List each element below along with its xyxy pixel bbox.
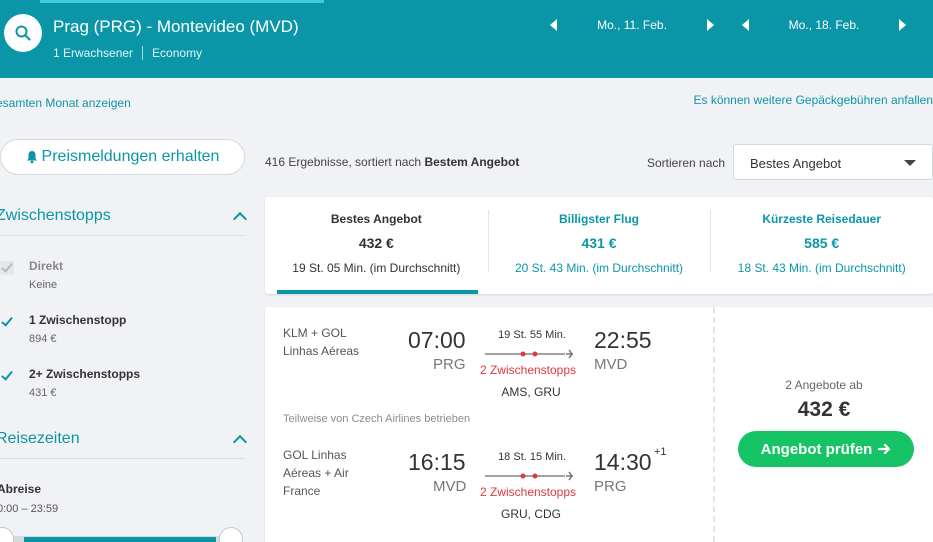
return-date-nav: Mo., 18. Feb. [742,18,906,32]
check-offer-label: Angebot prüfen [760,440,873,458]
leg-departure-time: 16:15 [408,449,466,475]
departure-slider-handle-max[interactable] [219,527,243,542]
tab-duration: 20 St. 43 Min. (im Durchschnitt) [514,261,684,275]
price-alert-button[interactable]: Preismeldungen erhalten [0,139,245,175]
filter-divider [0,235,245,236]
outbound-next-day-icon[interactable] [707,19,714,31]
departure-time-label: Abreise [0,482,42,496]
results-count: 416 Ergebnisse, sortiert nach Bestem Ang… [265,155,519,169]
return-next-day-icon[interactable] [899,19,906,31]
leg-stops[interactable]: 2 Zwischenstopps [473,485,583,499]
leg-departure-airport: PRG [433,356,466,373]
tab-duration: 18 St. 43 Min. (im Durchschnitt) [737,261,906,275]
tab-shortest[interactable]: Kürzeste Reisedauer 585 € 18 St. 43 Min.… [710,197,933,294]
stops-option-price: Keine [29,279,58,291]
search-button[interactable] [4,14,42,52]
check-offer-button[interactable]: Angebot prüfen [738,431,914,467]
checkbox-one-stop[interactable] [0,315,14,329]
return-prev-day-icon[interactable] [742,19,749,31]
sort-select[interactable]: Bestes Angebot [733,144,933,180]
chevron-up-icon [233,433,245,445]
leg-stops[interactable]: 2 Zwischenstopps [473,363,583,377]
filter-divider [0,458,245,459]
passenger-count: 1 Erwachsener [53,46,134,60]
tab-title: Kürzeste Reisedauer [762,212,882,226]
cabin-class: Economy [152,46,203,60]
price-alert-label: Preismeldungen erhalten [41,148,220,165]
leg-via-airports: GRU, CDG [501,507,561,521]
sort-select-value: Bestes Angebot [750,156,842,171]
leg-arrival-time: 14:30 [594,449,652,475]
leg-airline: KLM + GOL Linhas Aéreas [283,326,360,358]
tab-cheapest[interactable]: Billigster Flug 431 € 20 St. 43 Min. (im… [487,197,711,294]
chevron-up-icon [233,210,245,222]
card-divider [713,307,715,542]
stops-filter-title: Zwischenstopps [0,207,111,224]
meta-separator [142,46,144,60]
tab-duration: 19 St. 05 Min. (im Durchschnitt) [292,261,461,275]
stops-option-label: 2+ Zwischenstopps [29,367,141,381]
leg-airline: GOL Linhas Aéreas + Air France [283,448,349,498]
return-date[interactable]: Mo., 18. Feb. [749,18,899,32]
leg-duration: 18 St. 15 Min. [498,451,566,463]
show-month-link[interactable]: esamten Monat anzeigen [0,96,131,110]
leg-arrival-time: 22:55 [594,327,652,353]
flight-path-icon [485,471,573,481]
tab-best-offer[interactable]: Bestes Angebot 432 € 19 St. 05 Min. (im … [265,197,488,294]
leg-arrival-airport: MVD [594,356,628,373]
header-accent-stripe [40,0,324,3]
results-count-text: 416 Ergebnisse, sortiert nach [265,155,422,169]
route-title[interactable]: Prag (PRG) - Montevideo (MVD) [53,17,299,37]
tab-title: Bestes Angebot [330,212,422,226]
bell-icon [26,151,37,164]
outbound-date[interactable]: Mo., 11. Feb. [557,18,707,32]
leg-via-airports: AMS, GRU [501,385,561,399]
tab-price: 585 € [804,235,840,251]
sort-tabs: Bestes Angebot 432 € 19 St. 05 Min. (im … [265,197,933,294]
search-header: Prag (PRG) - Montevideo (MVD) 1 Erwachse… [0,0,933,78]
flight-result-card[interactable]: KLM + GOL Linhas Aéreas 07:00 PRG 19 St.… [265,307,933,542]
checkbox-two-plus-stops[interactable] [0,369,14,383]
result-price: 432 € [797,398,851,421]
departure-slider-handle-min[interactable] [0,527,14,542]
leg-arrival-airport: PRG [594,478,627,495]
leg-next-day-badge: +1 [654,446,667,458]
times-filter-header[interactable]: Reisezeiten [0,430,245,448]
outbound-prev-day-icon[interactable] [550,19,557,31]
stops-option-label: Direkt [29,259,64,273]
stops-option-price: 431 € [29,387,57,399]
search-icon [15,25,31,41]
results-sort-name: Bestem Angebot [424,155,520,169]
departure-slider-fill [24,537,216,542]
leg-duration: 19 St. 55 Min. [498,329,566,341]
leg-departure-airport: MVD [433,478,467,495]
stops-filter-header[interactable]: Zwischenstopps [0,207,245,225]
times-filter-title: Reisezeiten [0,430,80,447]
operated-by-note: Teilweise von Czech Airlines betrieben [283,413,471,425]
offers-count: 2 Angebote ab [785,378,863,392]
arrow-right-icon [878,443,891,455]
flight-path-icon [485,349,573,359]
stops-option-label: 1 Zwischenstopp [29,313,127,327]
outbound-date-nav: Mo., 11. Feb. [550,18,714,32]
baggage-fees-link[interactable]: Es können weitere Gepäckgebühren anfalle… [694,93,933,107]
route-meta[interactable]: 1 Erwachsener Economy [53,46,202,60]
departure-time-range: 0:00 – 23:59 [0,503,59,515]
stops-option-price: 894 € [29,333,57,345]
leg-departure-time: 07:00 [408,327,466,353]
checkbox-direct [0,261,14,275]
caret-down-icon [904,160,916,166]
tab-price: 432 € [358,235,394,251]
tab-title: Billigster Flug [559,212,640,226]
tab-price: 431 € [581,235,617,251]
sort-label: Sortieren nach [647,156,726,170]
